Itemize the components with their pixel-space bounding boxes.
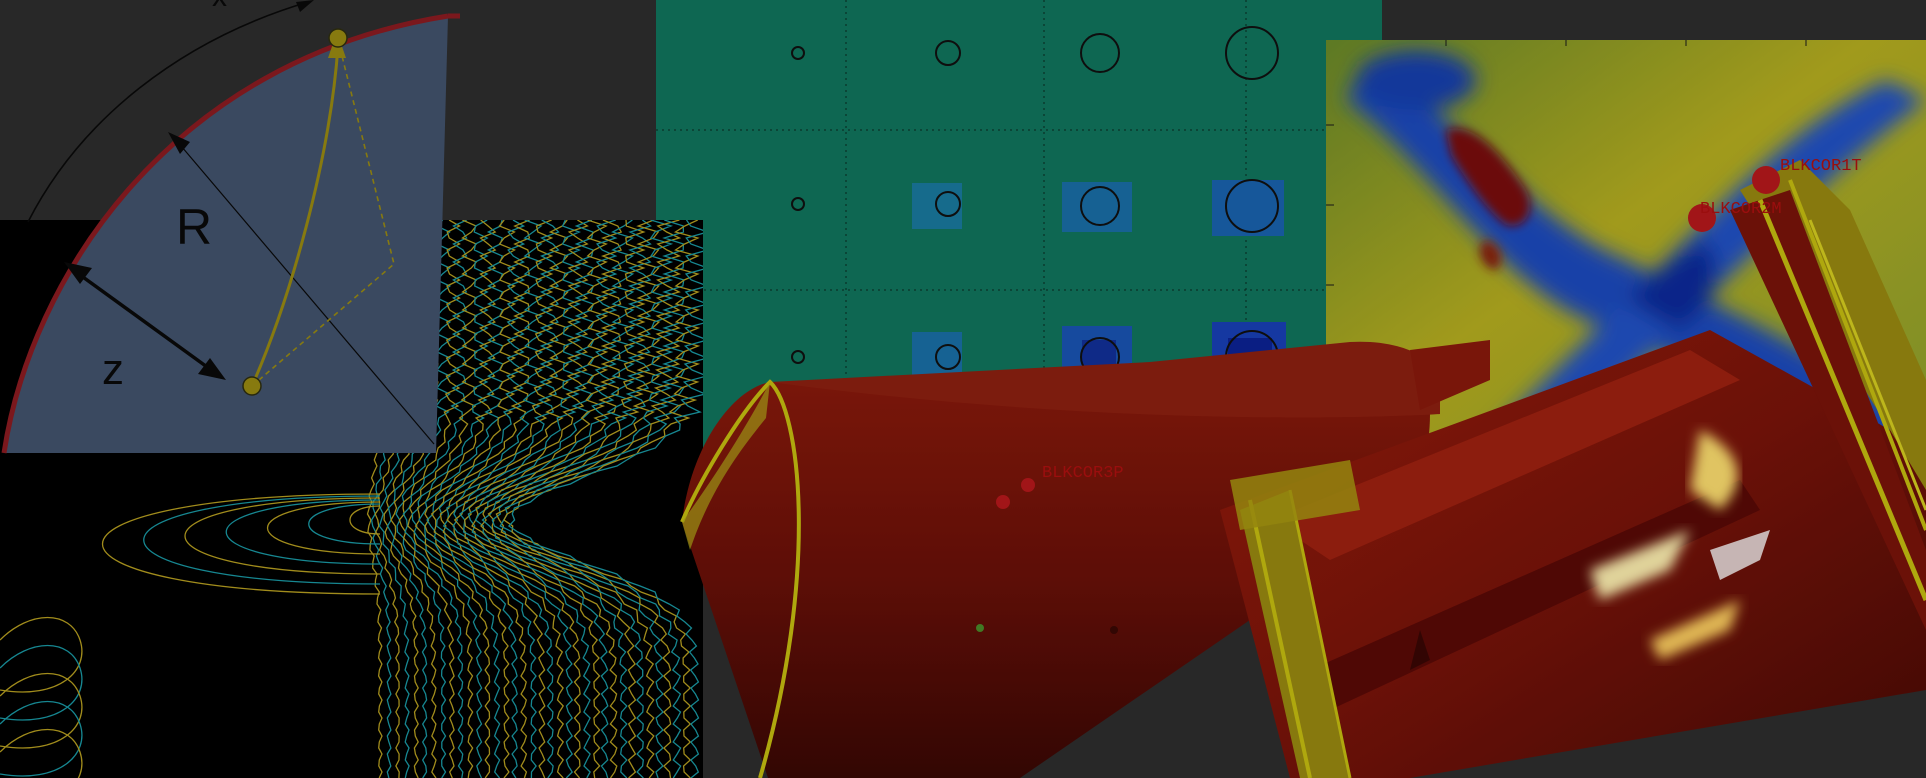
marker-blkcor3p [1021, 478, 1035, 492]
geometry-diagram: x R z [1, 0, 460, 454]
marker-blkcor3p-b [996, 495, 1010, 509]
geometry-panel: x R z [0, 0, 470, 460]
marker-label-blkcor3p: BLKCOR3P [1042, 464, 1124, 483]
scan-render: BLKCOR3P BLKCOR1T BLKCOR2M [680, 157, 1926, 778]
z-label: z [102, 345, 124, 394]
end-point [328, 28, 348, 48]
right-beam-assembly [1220, 160, 1926, 778]
r-label: R [176, 199, 212, 255]
marker-label-blkcor2m: BLKCOR2M [1700, 200, 1782, 219]
sector-shape [4, 16, 448, 453]
x-arrowhead [296, 0, 314, 12]
marker-label-blkcor1t: BLKCOR1T [1780, 157, 1862, 176]
x-label: x [212, 0, 227, 13]
start-point [242, 376, 262, 396]
scan-panel: BLKCOR3P BLKCOR1T BLKCOR2M [590, 150, 1926, 778]
marker-blkcor1t [1752, 166, 1780, 194]
collage: x R z [0, 0, 1926, 778]
